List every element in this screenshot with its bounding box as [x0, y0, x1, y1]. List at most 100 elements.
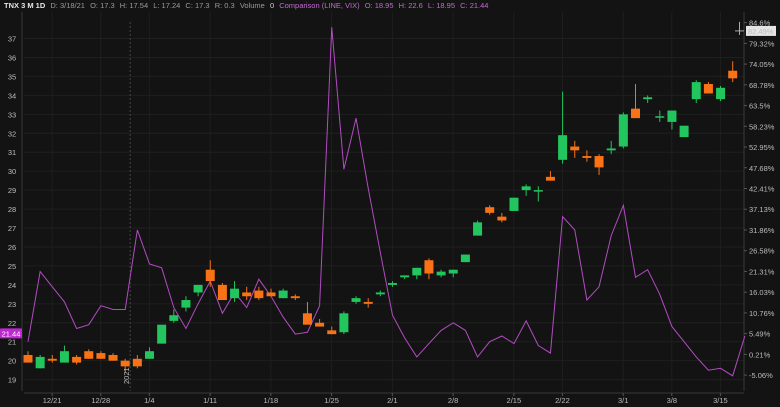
- candle-body: [509, 197, 519, 211]
- right-tick-label: 47.68%: [749, 164, 775, 173]
- candle-body: [436, 271, 446, 276]
- candle-body: [533, 190, 543, 192]
- candle-body: [363, 301, 373, 304]
- candle-body: [84, 351, 94, 359]
- candle-body: [169, 315, 179, 321]
- candle-body: [570, 146, 580, 151]
- candle-body: [96, 353, 106, 359]
- left-tick-label: 25: [8, 262, 16, 271]
- candle-body: [703, 84, 713, 94]
- right-tick-label: 37.13%: [749, 205, 775, 214]
- grid-lines: [24, 12, 744, 391]
- candle-body: [448, 269, 458, 274]
- candle-body: [716, 87, 726, 100]
- left-tick-label: 34: [8, 91, 16, 100]
- x-tick-label: 2/1: [387, 396, 397, 405]
- candle-body: [655, 116, 665, 118]
- x-tick-label: 12/21: [43, 396, 62, 405]
- candle-body: [23, 354, 33, 363]
- candle-body: [618, 114, 628, 147]
- axes: [21, 12, 747, 396]
- candle-body: [643, 97, 653, 100]
- candle-body: [631, 108, 640, 119]
- left-tick-label: 35: [8, 72, 16, 81]
- right-tick-label: 42.41%: [749, 184, 775, 193]
- right-tick-label: 79.32%: [749, 39, 775, 48]
- candle-body: [327, 330, 337, 335]
- candle-body: [315, 322, 325, 327]
- candle-body: [302, 313, 312, 325]
- candle-body: [145, 351, 154, 359]
- candle-body: [485, 207, 495, 213]
- candle-body: [473, 222, 483, 236]
- left-tick-label: 28: [8, 205, 16, 214]
- candle-body: [181, 300, 191, 308]
- candle-body: [193, 284, 203, 293]
- left-tick-label: 23: [8, 300, 16, 309]
- x-tick-label: 2/15: [507, 396, 522, 405]
- candle-body: [606, 148, 616, 151]
- vix-comparison-line: [27, 27, 746, 377]
- candle-body: [47, 358, 57, 361]
- candle-body: [290, 296, 300, 299]
- x-tick-label: 2/22: [555, 396, 570, 405]
- left-tick-label: 20: [8, 357, 16, 366]
- candle-body: [254, 290, 264, 299]
- candle-body: [691, 82, 701, 100]
- candle-body: [400, 275, 410, 278]
- candle-body: [351, 298, 361, 302]
- candle-body: [582, 156, 592, 158]
- right-value-label: 82.49%: [748, 27, 774, 36]
- right-tick-label: 68.78%: [749, 81, 775, 90]
- x-tick-label: 1/25: [324, 396, 339, 405]
- right-tick-label: 63.5%: [749, 102, 771, 111]
- candle-body: [412, 267, 422, 276]
- year-label: 2021: [122, 367, 131, 384]
- left-tick-label: 37: [8, 35, 16, 44]
- right-tick-label: 26.58%: [749, 247, 775, 256]
- candle-body: [497, 216, 507, 221]
- right-tick-label: 5.49%: [749, 330, 771, 339]
- right-tick-label: 10.76%: [749, 309, 775, 318]
- x-tick-label: 3/1: [618, 396, 628, 405]
- candle-body: [388, 282, 397, 285]
- right-tick-label: 16.03%: [749, 288, 775, 297]
- candle-body: [230, 288, 240, 299]
- left-tick-label: 24: [8, 281, 16, 290]
- x-tick-label: 12/28: [91, 396, 110, 405]
- left-tick-label: 27: [8, 224, 16, 233]
- right-tick-label: 52.95%: [749, 143, 775, 152]
- left-tick-label: 36: [8, 53, 16, 62]
- x-tick-label: 3/15: [713, 396, 728, 405]
- candle-body: [242, 292, 252, 297]
- right-tick-label: 74.05%: [749, 60, 775, 69]
- x-tick-label: 1/18: [264, 396, 279, 405]
- candle-body: [424, 260, 434, 274]
- candle-body: [375, 292, 385, 295]
- comparison-line: [27, 27, 746, 377]
- x-tick-label: 2/8: [448, 396, 458, 405]
- candle-body: [460, 254, 470, 263]
- candle-body: [35, 356, 45, 369]
- candle-body: [339, 313, 349, 333]
- right-tick-label: 0.21%: [749, 350, 771, 359]
- candle-body: [72, 356, 82, 363]
- candle-body: [728, 70, 738, 79]
- left-tick-label: 30: [8, 167, 16, 176]
- left-tick-label: 31: [8, 148, 16, 157]
- x-tick-label: 1/11: [203, 396, 217, 405]
- candle-body: [157, 324, 167, 344]
- candle-body: [217, 284, 227, 301]
- right-tick-label: 31.86%: [749, 226, 775, 235]
- candle-body: [521, 186, 531, 191]
- candlestick-chart[interactable]: 3736353433323130292827262524232221201984…: [0, 0, 780, 407]
- candle-body: [558, 135, 568, 160]
- candle-body: [59, 351, 69, 363]
- candle-body: [132, 358, 142, 367]
- candle-body: [278, 290, 288, 299]
- current-value-label: 21.44: [2, 329, 21, 338]
- candle-body: [667, 110, 677, 122]
- candle-body: [266, 292, 276, 297]
- left-tick-label: 21: [8, 338, 16, 347]
- candle-body: [545, 176, 555, 181]
